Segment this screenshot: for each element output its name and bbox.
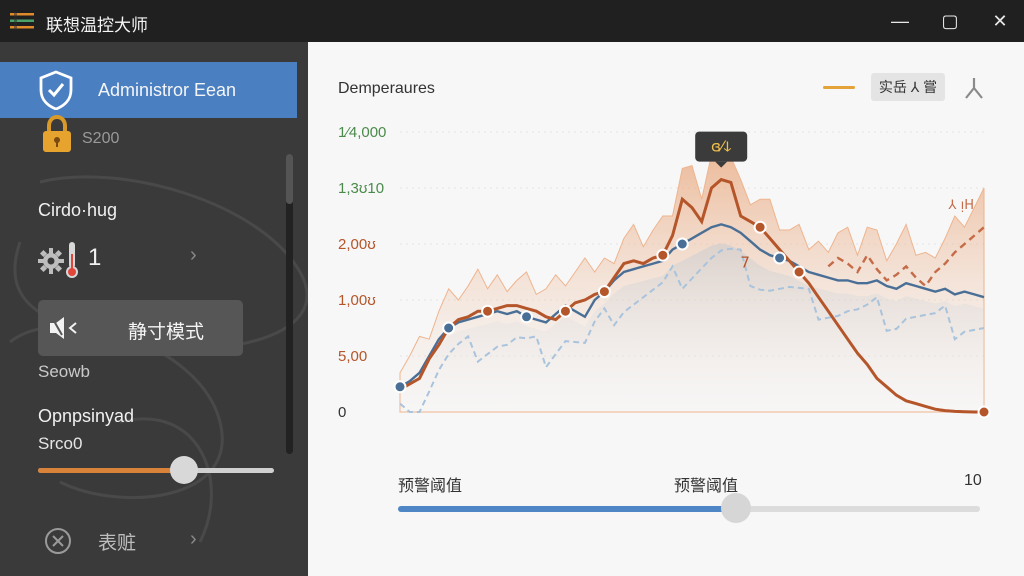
close-item-label[interactable]: 表赃 xyxy=(98,528,136,555)
quiet-mode-label: 静寸模式 xyxy=(128,322,205,343)
thermometer-icon xyxy=(66,242,78,278)
peak-sub-label: 7 xyxy=(740,254,750,272)
data-point xyxy=(558,304,572,318)
title-bar: 联想温控大师 — ▢ ✕ xyxy=(0,0,1024,42)
y-tick-label: 2,00ʊ xyxy=(338,236,376,253)
data-point xyxy=(656,248,670,262)
lock-icon xyxy=(43,114,71,152)
maximize-button[interactable]: ▢ xyxy=(932,8,968,34)
sidebar-scrollbar[interactable] xyxy=(286,154,293,454)
options-section-title: Opnpsinyad xyxy=(38,406,135,426)
chart-title: Demperaures xyxy=(338,80,435,97)
threshold-left-label: 预警阈值 xyxy=(398,478,463,495)
threshold-max-label: 10 xyxy=(964,472,982,489)
temperature-chart: 0 5,00 1,00ʊ 2,00ʊ 1,3ʊ10 1⁄4,000 ɞ⁄ↆ 7 ⅄ ᴉH xyxy=(338,124,991,421)
app-menu-icon[interactable] xyxy=(10,12,34,30)
sidebar-scrollbar-thumb[interactable] xyxy=(286,154,293,204)
threshold-slider[interactable] xyxy=(398,493,980,523)
shield-check-icon xyxy=(39,70,73,110)
y-tick-label: 1,3ʊ10 xyxy=(338,180,384,197)
chevron-right-icon[interactable]: › xyxy=(190,244,197,267)
data-point xyxy=(442,321,456,335)
threshold-slider-knob[interactable] xyxy=(720,493,751,523)
data-point xyxy=(675,237,689,251)
threshold-slider-fill xyxy=(398,506,736,512)
cooling-section-title: Cirdo·hug xyxy=(38,200,118,220)
window-title: 联想温控大师 xyxy=(46,16,148,35)
tooltip-label: ɞ⁄ↆ xyxy=(711,138,731,156)
y-tick-label: 1,00ʊ xyxy=(338,292,376,309)
options-value: Srco0 xyxy=(38,434,83,453)
sidebar: Administror Eean S200 Cirdo·hug 1 › 静寸模式… xyxy=(0,42,308,576)
options-slider[interactable] xyxy=(38,456,274,484)
data-point xyxy=(597,285,611,299)
data-point xyxy=(773,251,787,265)
options-slider-fill xyxy=(38,468,185,473)
app-window: 联想温控大师 — ▢ ✕ Administror Eean S200 Cirdo… xyxy=(0,0,1024,576)
gear-icon[interactable] xyxy=(38,248,64,274)
legend-toggle-button[interactable]: 实岳 ⅄ 嘗 xyxy=(871,73,945,101)
main-panel: Demperaures 实岳 ⅄ 嘗 0 5,00 1,00ʊ 2,00ʊ 1,3ʊ10… xyxy=(308,42,1024,576)
data-point xyxy=(977,405,991,419)
quiet-mode-button[interactable]: 静寸模式 xyxy=(38,300,243,356)
data-point xyxy=(481,304,495,318)
setup-text: Seowb xyxy=(38,362,90,381)
person-icon[interactable] xyxy=(962,76,986,100)
data-point xyxy=(393,380,407,394)
nav-item-administrator-label: Administror Eean xyxy=(98,80,237,100)
y-tick-label: 0 xyxy=(338,404,346,421)
legend-line-swatch xyxy=(823,86,855,89)
data-point xyxy=(792,265,806,279)
chevron-right-icon[interactable]: › xyxy=(190,528,197,551)
y-tick-label: 5,00 xyxy=(338,348,367,365)
data-point xyxy=(520,310,534,324)
close-window-button[interactable]: ✕ xyxy=(982,8,1018,34)
y-tick-label: 1⁄4,000 xyxy=(338,124,386,141)
close-circle-icon[interactable] xyxy=(44,527,72,555)
speaker-mute-icon xyxy=(50,317,77,339)
right-annotation: ⅄ ᴉH xyxy=(948,198,974,213)
threshold-mid-label: 预警阈值 xyxy=(674,478,739,495)
minimize-button[interactable]: — xyxy=(882,8,918,34)
data-point xyxy=(753,220,767,234)
lock-value: S200 xyxy=(82,130,120,147)
cooling-count: 1 xyxy=(88,244,102,271)
